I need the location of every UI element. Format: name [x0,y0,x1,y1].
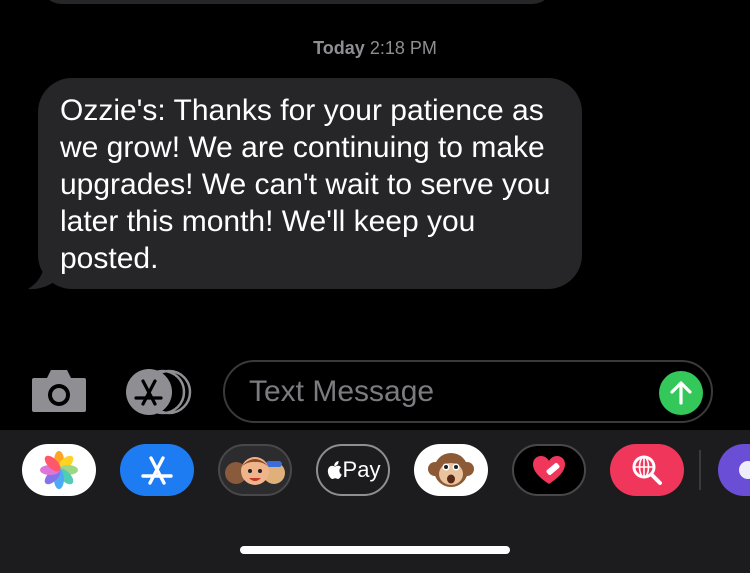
camera-icon [32,370,86,412]
globe-search-icon [632,455,662,485]
camera-button[interactable] [30,368,88,414]
message-bubble[interactable]: Ozzie's: Thanks for your patience as we … [38,78,582,289]
apple-pay-text: Pay [342,457,381,482]
message-input-field[interactable] [223,360,713,423]
app-store-icon [126,369,192,415]
timestamp-time: 2:18 PM [369,38,437,58]
message-input[interactable] [249,374,629,409]
previous-message-bubble [40,0,554,4]
heart-icon [533,456,565,484]
drawer-divider [699,450,701,490]
digital-touch-button[interactable] [512,444,586,496]
apple-icon [327,461,342,480]
message-text: Ozzie's: Thanks for your patience as we … [60,94,551,275]
web-images-button[interactable] [610,444,684,496]
photos-icon [40,451,78,489]
memoji-stickers-button[interactable] [218,444,292,496]
memoji-icon [225,457,285,485]
home-indicator[interactable] [240,546,510,554]
animoji-button[interactable] [414,444,488,496]
apple-pay-label: Pay [326,457,381,483]
apple-pay-button[interactable]: Pay [316,444,390,496]
arrow-up-icon [670,381,692,405]
more-apps-button[interactable] [718,444,750,496]
app-drawer: Pay [0,430,750,573]
app-store-icon [141,456,173,485]
app-store-app-button[interactable] [120,444,194,496]
timestamp: Today 2:18 PM [0,38,750,59]
app-icon [739,461,750,479]
monkey-icon [428,453,474,487]
apps-button[interactable] [124,368,194,416]
send-button[interactable] [659,371,703,415]
timestamp-day: Today [313,38,365,58]
photos-app-button[interactable] [22,444,96,496]
